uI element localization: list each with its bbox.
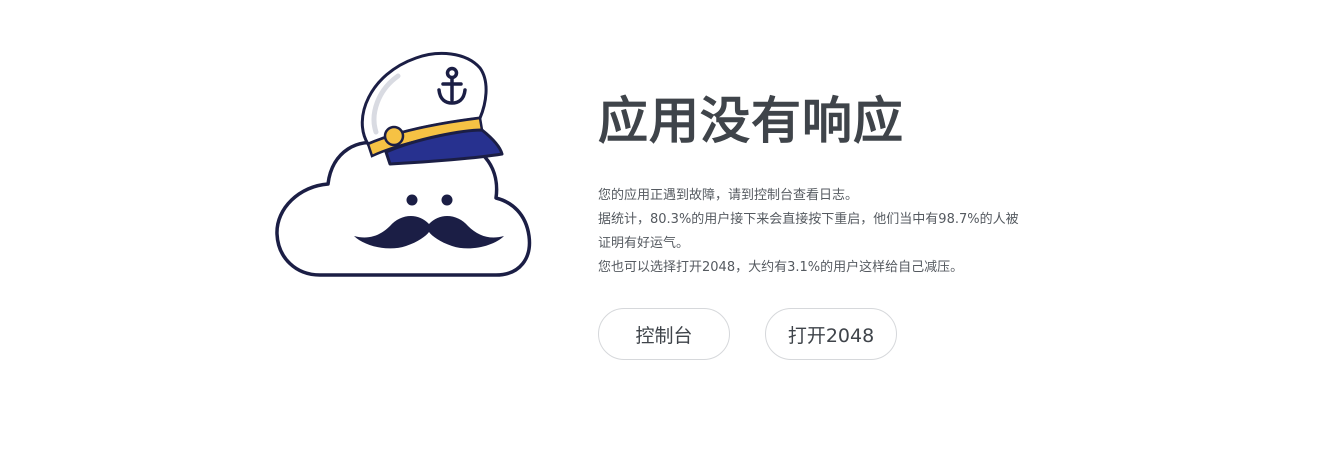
open-2048-button[interactable]: 打开2048 [765, 308, 897, 360]
console-button[interactable]: 控制台 [598, 308, 730, 360]
error-page: 应用没有响应 您的应用正遇到故障，请到控制台查看日志。 据统计，80.3%的用户… [0, 0, 1338, 471]
cloud-captain-illustration [275, 51, 532, 277]
error-description: 您的应用正遇到故障，请到控制台查看日志。 据统计，80.3%的用户接下来会直接按… [598, 184, 1118, 280]
page-title: 应用没有响应 [598, 92, 904, 150]
description-line: 您也可以选择打开2048，大约有3.1%的用户这样给自己减压。 [598, 260, 964, 275]
description-line: 您的应用正遇到故障，请到控制台查看日志。 [598, 188, 859, 203]
description-line: 证明有好运气。 [598, 236, 690, 251]
right-eye [441, 194, 453, 206]
error-content: 应用没有响应 您的应用正遇到故障，请到控制台查看日志。 据统计，80.3%的用户… [598, 88, 1118, 360]
left-eye [406, 194, 418, 206]
description-line: 据统计，80.3%的用户接下来会直接按下重启，他们当中有98.7%的人被 [598, 212, 1019, 227]
hat-button [383, 125, 405, 147]
action-buttons: 控制台 打开2048 [598, 308, 1118, 360]
